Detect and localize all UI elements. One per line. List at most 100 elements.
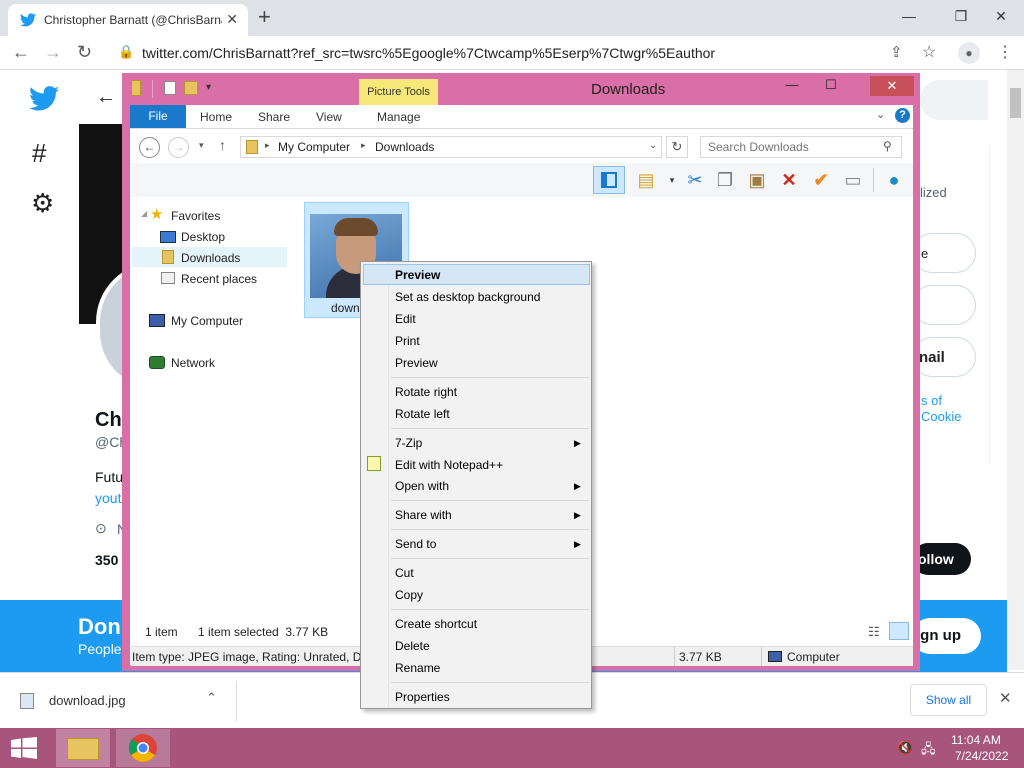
copy-icon[interactable]: ❐: [713, 168, 737, 192]
volume-muted-icon[interactable]: 🔇: [897, 740, 913, 756]
back-nav-icon[interactable]: ←: [139, 137, 160, 158]
follow-button[interactable]: ollow: [912, 543, 971, 575]
breadcrumb-downloads[interactable]: Downloads: [375, 140, 434, 154]
menu-item-preview[interactable]: Preview: [395, 356, 438, 370]
details-view-icon[interactable]: ☷: [868, 624, 880, 640]
bookmark-star-icon[interactable]: ☆: [922, 42, 936, 62]
terms-link[interactable]: s of: [921, 393, 942, 408]
ribbon-tab-manage[interactable]: Manage: [377, 110, 420, 124]
new-tab-button[interactable]: +: [258, 4, 271, 30]
tab-close-icon[interactable]: ✕: [226, 11, 238, 28]
nav-desktop[interactable]: Desktop: [181, 230, 225, 244]
page-scrollbar[interactable]: [1007, 70, 1024, 670]
help-icon[interactable]: ?: [895, 108, 910, 123]
menu-item-set-desktop-background[interactable]: Set as desktop background: [395, 290, 540, 304]
nav-my-computer[interactable]: My Computer: [171, 314, 243, 328]
scrollbar-thumb[interactable]: [1010, 88, 1021, 118]
back-icon[interactable]: ←: [12, 42, 30, 63]
explore-hashtag-icon[interactable]: #: [32, 138, 46, 169]
menu-item-rename[interactable]: Rename: [395, 661, 440, 675]
explorer-close-button[interactable]: ✕: [870, 76, 914, 96]
menu-item-copy[interactable]: Copy: [395, 588, 423, 602]
following-count[interactable]: 350: [95, 552, 118, 568]
qat-new-folder-icon[interactable]: [184, 81, 198, 95]
menu-item-create-shortcut[interactable]: Create shortcut: [395, 617, 477, 631]
file-explorer-taskbar-button[interactable]: [56, 729, 110, 767]
twitter-logo-icon[interactable]: [29, 86, 59, 111]
recent-locations-icon[interactable]: ▾: [199, 140, 204, 151]
refresh-icon[interactable]: ↻: [666, 136, 688, 158]
qat-dropdown-icon[interactable]: ▾: [206, 82, 211, 93]
explorer-maximize-button[interactable]: ☐: [817, 77, 845, 97]
menu-item-delete[interactable]: Delete: [395, 639, 430, 653]
qat-properties-icon[interactable]: [164, 81, 176, 95]
sign-up-apple-button[interactable]: [912, 285, 976, 325]
show-all-button[interactable]: Show all: [910, 684, 987, 716]
browser-tab[interactable]: Christopher Barnatt (@ChrisBarnatt ✕: [8, 4, 248, 36]
nav-network[interactable]: Network: [171, 356, 215, 370]
delete-x-icon[interactable]: ✕: [777, 168, 801, 192]
ribbon-tab-view[interactable]: View: [316, 110, 342, 124]
menu-item-edit-notepad[interactable]: Edit with Notepad++: [395, 458, 503, 472]
menu-item-cut[interactable]: Cut: [395, 566, 414, 580]
cookie-link[interactable]: Cookie: [921, 409, 961, 424]
chrome-taskbar-button[interactable]: [116, 729, 170, 767]
nav-downloads[interactable]: Downloads: [181, 251, 240, 265]
large-icons-view-icon[interactable]: [889, 622, 909, 640]
menu-item-send-to[interactable]: Send to: [395, 537, 436, 551]
clock-date[interactable]: 7/24/2022: [955, 749, 1008, 763]
explorer-minimize-button[interactable]: —: [778, 77, 806, 97]
menu-item-edit[interactable]: Edit: [395, 312, 416, 326]
menu-item-open-with[interactable]: Open with: [395, 479, 449, 493]
profile-icon[interactable]: ●: [958, 42, 980, 64]
forward-nav-icon[interactable]: →: [168, 137, 189, 158]
sign-up-email-button[interactable]: nail: [912, 337, 976, 377]
network-icon[interactable]: 🖧: [921, 740, 936, 762]
file-name-label[interactable]: down: [331, 301, 360, 315]
download-filename[interactable]: download.jpg: [49, 693, 126, 708]
profile-link[interactable]: yout: [95, 490, 121, 506]
nav-recent-places[interactable]: Recent places: [181, 272, 257, 286]
checkmark-icon[interactable]: ✔: [809, 168, 833, 192]
globe-icon[interactable]: ●: [882, 168, 906, 192]
close-download-bar-icon[interactable]: ✕: [999, 689, 1012, 707]
close-window-button[interactable]: ✕: [978, 0, 1024, 32]
menu-item-7zip[interactable]: 7-Zip: [395, 436, 422, 450]
menu-item-preview-default[interactable]: Preview: [395, 268, 440, 282]
paste-clipboard-icon[interactable]: ▣: [745, 168, 769, 192]
chevron-up-icon[interactable]: ⌃: [206, 690, 217, 706]
menu-item-rotate-right[interactable]: Rotate right: [395, 385, 457, 399]
nav-favorites[interactable]: Favorites: [171, 209, 220, 223]
reload-icon[interactable]: ↻: [77, 42, 92, 63]
cut-scissors-icon[interactable]: ✂: [683, 168, 707, 192]
signup-button[interactable]: ign up: [912, 618, 981, 654]
clock-time[interactable]: 11:04 AM: [951, 733, 1001, 747]
back-arrow-icon[interactable]: ←: [96, 86, 116, 109]
search-twitter-input[interactable]: [920, 80, 988, 120]
menu-item-rotate-left[interactable]: Rotate left: [395, 407, 450, 421]
minimize-button[interactable]: —: [886, 0, 932, 32]
ribbon-tab-home[interactable]: Home: [200, 110, 232, 124]
sign-up-google-button[interactable]: e: [912, 233, 976, 273]
menu-item-properties[interactable]: Properties: [395, 690, 450, 704]
forward-icon[interactable]: →: [44, 42, 62, 63]
share-icon[interactable]: ⇪: [890, 43, 903, 61]
ribbon-tab-file[interactable]: File: [130, 105, 186, 128]
ribbon-expand-icon[interactable]: ⌄: [876, 108, 885, 121]
menu-item-share-with[interactable]: Share with: [395, 508, 452, 522]
options-dropdown-icon[interactable]: ▾: [660, 168, 684, 192]
windows-start-icon[interactable]: [11, 737, 37, 759]
menu-item-print[interactable]: Print: [395, 334, 420, 348]
preview-pane-button[interactable]: [593, 166, 625, 194]
up-arrow-icon[interactable]: ↑: [219, 137, 226, 153]
folder-options-icon[interactable]: ▤: [634, 168, 658, 192]
address-dropdown-icon[interactable]: ⌄: [649, 140, 657, 151]
settings-gear-icon[interactable]: ⚙: [31, 189, 54, 217]
rename-icon[interactable]: ▭: [841, 168, 865, 192]
menu-kebab-icon[interactable]: ⋮: [997, 42, 1013, 62]
ribbon-tab-share[interactable]: Share: [258, 110, 290, 124]
breadcrumb-computer[interactable]: My Computer: [278, 140, 350, 154]
address-path-bar[interactable]: ▸ My Computer ▸ Downloads ⌄: [240, 136, 662, 158]
expand-arrow-icon[interactable]: ◢: [141, 209, 147, 218]
search-downloads-input[interactable]: Search Downloads ⚲: [700, 136, 902, 158]
